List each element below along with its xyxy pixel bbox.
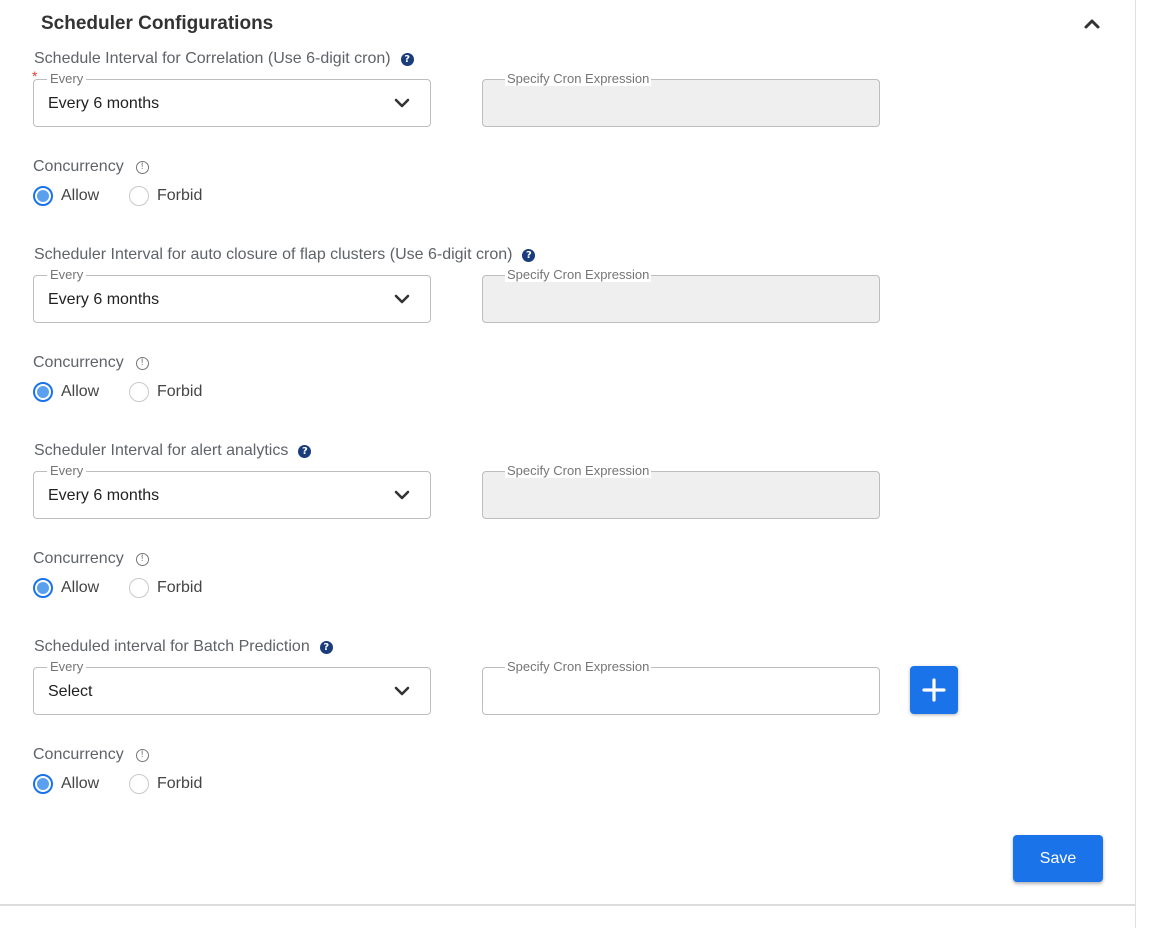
flap-cluster-closure-section: Scheduler Interval for auto closure of f…: [0, 246, 1135, 442]
forbid-label: Forbid: [157, 187, 203, 204]
info-circle-icon[interactable]: !: [135, 553, 149, 566]
every-select[interactable]: Every Select: [33, 659, 431, 715]
chevron-down-icon: [394, 294, 410, 304]
info-circle-icon[interactable]: !: [135, 357, 149, 370]
question-circle-icon[interactable]: ?: [400, 53, 414, 66]
every-legend: Every: [47, 659, 87, 675]
field-label: Scheduler Interval for alert analytics: [34, 442, 289, 459]
every-select[interactable]: Every Every 6 months: [33, 267, 431, 323]
concurrency-label: Concurrency: [33, 354, 124, 371]
collapse-button[interactable]: [1080, 12, 1104, 36]
cron-expression-legend: Specify Cron Expression: [505, 463, 652, 478]
cron-expression-legend: Specify Cron Expression: [505, 267, 652, 282]
every-legend: Every: [47, 267, 87, 283]
field-label: Schedule Interval for Correlation (Use 6…: [34, 50, 391, 67]
forbid-label: Forbid: [157, 775, 203, 792]
radio-selected-indicator: [33, 578, 53, 598]
every-select-value: Every 6 months: [48, 487, 160, 504]
save-button[interactable]: Save: [1013, 835, 1103, 882]
radio-selected-indicator: [33, 774, 53, 794]
allow-label: Allow: [61, 383, 100, 400]
section-divider: [0, 904, 1135, 906]
every-select-value: Select: [48, 683, 93, 700]
question-circle-icon[interactable]: ?: [522, 249, 536, 262]
forbid-label: Forbid: [157, 383, 203, 400]
add-button[interactable]: [910, 666, 958, 714]
info-circle-icon[interactable]: !: [135, 161, 149, 174]
every-legend: Every: [47, 71, 87, 87]
forbid-label: Forbid: [157, 579, 203, 596]
correlation-schedule-section: Schedule Interval for Correlation (Use 6…: [0, 50, 1135, 246]
chevron-up-icon: [1084, 19, 1100, 29]
plus-icon: [922, 678, 946, 702]
cron-expression-field[interactable]: Specify Cron Expression: [482, 71, 880, 127]
allow-label: Allow: [61, 579, 100, 596]
radio-selected-indicator: [33, 382, 53, 402]
every-select[interactable]: Every Every 6 months: [33, 71, 431, 127]
cron-expression-input[interactable]: Specify Cron Expression: [482, 659, 880, 715]
field-label: Scheduled interval for Batch Prediction: [34, 638, 310, 655]
every-select[interactable]: Every Every 6 months: [33, 463, 431, 519]
every-select-value: Every 6 months: [48, 291, 160, 308]
every-legend: Every: [47, 463, 87, 479]
scheduler-configurations-panel: Scheduler Configurations Schedule Interv…: [0, 0, 1135, 905]
panel-right-border: [1135, 0, 1136, 928]
section-title: Scheduler Configurations: [41, 13, 274, 34]
allow-label: Allow: [61, 187, 100, 204]
allow-label: Allow: [61, 775, 100, 792]
chevron-down-icon: [394, 686, 410, 696]
info-circle-icon[interactable]: !: [135, 749, 149, 762]
radio-selected-indicator: [33, 186, 53, 206]
chevron-down-icon: [394, 490, 410, 500]
every-select-value: Every 6 months: [48, 95, 160, 112]
radio-indicator: [129, 186, 149, 206]
radio-indicator: [129, 578, 149, 598]
batch-prediction-section: Scheduled interval for Batch Prediction?…: [0, 638, 1135, 834]
concurrency-label: Concurrency: [33, 550, 124, 567]
alert-analytics-section: Scheduler Interval for alert analytics? …: [0, 442, 1135, 638]
cron-expression-field[interactable]: Specify Cron Expression: [482, 463, 880, 519]
radio-indicator: [129, 774, 149, 794]
radio-indicator: [129, 382, 149, 402]
concurrency-label: Concurrency: [33, 746, 124, 763]
question-circle-icon[interactable]: ?: [319, 641, 333, 654]
field-label: Scheduler Interval for auto closure of f…: [34, 246, 513, 263]
cron-expression-field[interactable]: Specify Cron Expression: [482, 267, 880, 323]
cron-expression-legend: Specify Cron Expression: [505, 659, 652, 674]
cron-expression-legend: Specify Cron Expression: [505, 71, 652, 86]
chevron-down-icon: [394, 98, 410, 108]
concurrency-label: Concurrency: [33, 158, 124, 175]
question-circle-icon[interactable]: ?: [298, 445, 312, 458]
